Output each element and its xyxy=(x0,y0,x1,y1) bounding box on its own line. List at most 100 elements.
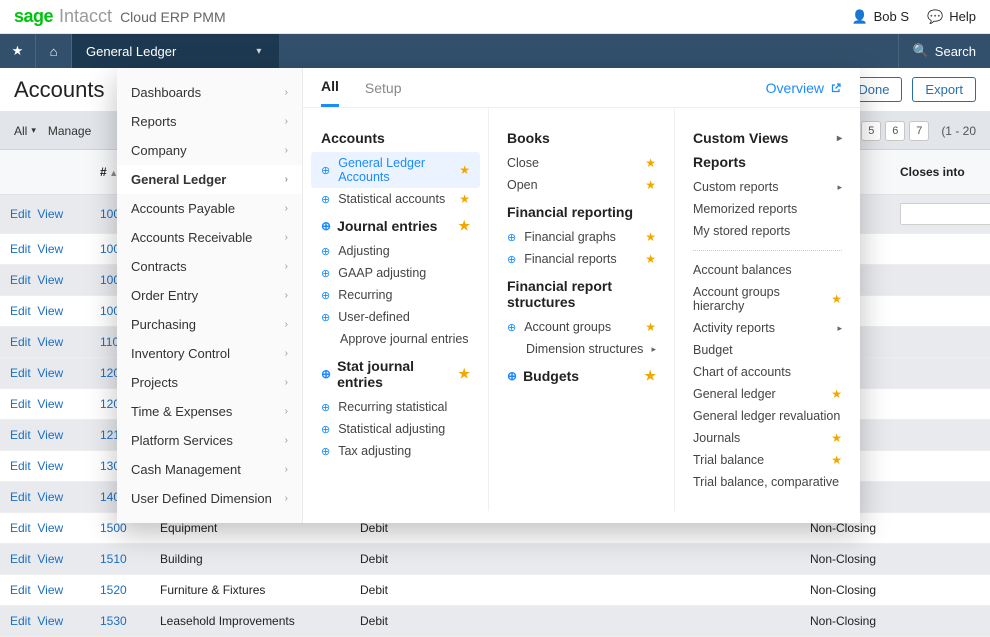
view-link[interactable]: View xyxy=(37,397,63,411)
account-number[interactable]: 1500 xyxy=(100,521,127,535)
menu-activity-reports[interactable]: Activity reports▸ xyxy=(693,317,842,339)
view-link[interactable]: View xyxy=(37,304,63,318)
menu-fin-graphs[interactable]: ⊕Financial graphs★ xyxy=(507,226,656,248)
chevron-right-icon: ▸ xyxy=(837,323,842,334)
manage-views[interactable]: Manage xyxy=(48,124,91,138)
menu-account-groups-hier[interactable]: Account groups hierarchy★ xyxy=(693,281,842,317)
edit-link[interactable]: Edit xyxy=(10,242,31,256)
view-link[interactable]: View xyxy=(37,614,63,628)
account-number[interactable]: 1520 xyxy=(100,583,127,597)
view-link[interactable]: View xyxy=(37,490,63,504)
menu-custom-reports[interactable]: Custom reports▸ xyxy=(693,176,842,198)
menu-trial-balance[interactable]: Trial balance★ xyxy=(693,449,842,471)
sidebar-item-accounts-payable[interactable]: Accounts Payable› xyxy=(117,194,302,223)
menu-journals[interactable]: Journals★ xyxy=(693,427,842,449)
sidebar-item-dashboards[interactable]: Dashboards› xyxy=(117,78,302,107)
view-link[interactable]: View xyxy=(37,273,63,287)
sidebar-item-general-ledger[interactable]: General Ledger› xyxy=(117,165,302,194)
edit-link[interactable]: Edit xyxy=(10,459,31,473)
view-link[interactable]: View xyxy=(37,207,63,221)
menu-gl-reval[interactable]: General ledger revaluation xyxy=(693,405,842,427)
menu-trial-balance-comp[interactable]: Trial balance, comparative xyxy=(693,471,842,493)
sidebar-item-time-expenses[interactable]: Time & Expenses› xyxy=(117,397,302,426)
menu-dim-struct[interactable]: Dimension structures▸ xyxy=(507,338,656,360)
plus-icon: ⊕ xyxy=(321,164,330,177)
nav-favorite[interactable]: ★ xyxy=(0,34,36,68)
pager-5[interactable]: 5 xyxy=(861,121,881,141)
edit-link[interactable]: Edit xyxy=(10,521,31,535)
view-link[interactable]: View xyxy=(37,242,63,256)
menu-fin-reports[interactable]: ⊕Financial reports★ xyxy=(507,248,656,270)
sidebar-item-accounts-receivable[interactable]: Accounts Receivable› xyxy=(117,223,302,252)
pager-6[interactable]: 6 xyxy=(885,121,905,141)
user-menu[interactable]: 👤 Bob S xyxy=(851,9,909,25)
edit-link[interactable]: Edit xyxy=(10,366,31,380)
star-icon: ★ xyxy=(645,252,656,266)
edit-link[interactable]: Edit xyxy=(10,552,31,566)
menu-close-books[interactable]: Close★ xyxy=(507,152,656,174)
tab-setup[interactable]: Setup xyxy=(365,80,402,106)
view-link[interactable]: View xyxy=(37,366,63,380)
edit-link[interactable]: Edit xyxy=(10,490,31,504)
budgets-heading[interactable]: ⊕Budgets★ xyxy=(507,368,656,384)
filter-all[interactable]: All▾ xyxy=(14,124,36,138)
menu-gl-accounts[interactable]: ⊕General Ledger Accounts★ xyxy=(311,152,480,188)
sidebar-item-cash-management[interactable]: Cash Management› xyxy=(117,455,302,484)
view-link[interactable]: View xyxy=(37,335,63,349)
menu-memorized-reports[interactable]: Memorized reports xyxy=(693,198,842,220)
tab-all[interactable]: All xyxy=(321,78,339,107)
account-number[interactable]: 1510 xyxy=(100,552,127,566)
menu-account-balances[interactable]: Account balances xyxy=(693,259,842,281)
sidebar-item-projects[interactable]: Projects› xyxy=(117,368,302,397)
account-number[interactable]: 1530 xyxy=(100,614,127,628)
edit-link[interactable]: Edit xyxy=(10,335,31,349)
view-link[interactable]: View xyxy=(37,428,63,442)
journal-entries-heading[interactable]: ⊕Journal entries★ xyxy=(321,218,470,234)
menu-open-books[interactable]: Open★ xyxy=(507,174,656,196)
menu-my-stored[interactable]: My stored reports xyxy=(693,220,842,242)
edit-link[interactable]: Edit xyxy=(10,397,31,411)
menu-recurring-stat[interactable]: ⊕Recurring statistical xyxy=(321,396,470,418)
custom-views-heading[interactable]: Custom Views▸ xyxy=(693,130,842,146)
view-link[interactable]: View xyxy=(37,583,63,597)
menu-recurring[interactable]: ⊕Recurring xyxy=(321,284,470,306)
overview-link[interactable]: Overview xyxy=(766,80,842,106)
menu-adjusting[interactable]: ⊕Adjusting xyxy=(321,240,470,262)
pager-7[interactable]: 7 xyxy=(909,121,929,141)
edit-link[interactable]: Edit xyxy=(10,614,31,628)
menu-coa[interactable]: Chart of accounts xyxy=(693,361,842,383)
sidebar-item-reports[interactable]: Reports› xyxy=(117,107,302,136)
export-button[interactable]: Export xyxy=(912,77,976,102)
edit-link[interactable]: Edit xyxy=(10,207,31,221)
sidebar-item-platform-services[interactable]: Platform Services› xyxy=(117,426,302,455)
edit-link[interactable]: Edit xyxy=(10,304,31,318)
menu-gl-report[interactable]: General ledger★ xyxy=(693,383,842,405)
menu-stat-adj[interactable]: ⊕Statistical adjusting xyxy=(321,418,470,440)
edit-link[interactable]: Edit xyxy=(10,428,31,442)
closes-into-input[interactable] xyxy=(900,203,990,225)
menu-account-groups[interactable]: ⊕Account groups★ xyxy=(507,316,656,338)
sidebar-item-company[interactable]: Company› xyxy=(117,136,302,165)
menu-user-defined[interactable]: ⊕User-defined xyxy=(321,306,470,328)
sidebar-item-contracts[interactable]: Contracts› xyxy=(117,252,302,281)
nav-home[interactable]: ⌂ xyxy=(36,34,72,68)
help-link[interactable]: 💬 Help xyxy=(927,9,976,25)
nav-module-select[interactable]: General Ledger ▾ xyxy=(72,34,280,68)
sidebar-item-inventory-control[interactable]: Inventory Control› xyxy=(117,339,302,368)
sidebar-item-purchasing[interactable]: Purchasing› xyxy=(117,310,302,339)
sidebar-item-order-entry[interactable]: Order Entry› xyxy=(117,281,302,310)
edit-link[interactable]: Edit xyxy=(10,583,31,597)
sidebar-item-user-defined-dimension[interactable]: User Defined Dimension› xyxy=(117,484,302,513)
view-link[interactable]: View xyxy=(37,459,63,473)
menu-gaap[interactable]: ⊕GAAP adjusting xyxy=(321,262,470,284)
view-link[interactable]: View xyxy=(37,552,63,566)
stat-je-heading[interactable]: ⊕Stat journal entries★ xyxy=(321,358,470,390)
view-link[interactable]: View xyxy=(37,521,63,535)
menu-budget[interactable]: Budget xyxy=(693,339,842,361)
menu-approve-je[interactable]: Approve journal entries xyxy=(321,328,470,350)
col-closes-into[interactable]: Closes into xyxy=(890,150,990,195)
menu-stat-accounts[interactable]: ⊕Statistical accounts★ xyxy=(321,188,470,210)
nav-search[interactable]: 🔍 Search xyxy=(898,34,990,68)
edit-link[interactable]: Edit xyxy=(10,273,31,287)
menu-tax-adj[interactable]: ⊕Tax adjusting xyxy=(321,440,470,462)
